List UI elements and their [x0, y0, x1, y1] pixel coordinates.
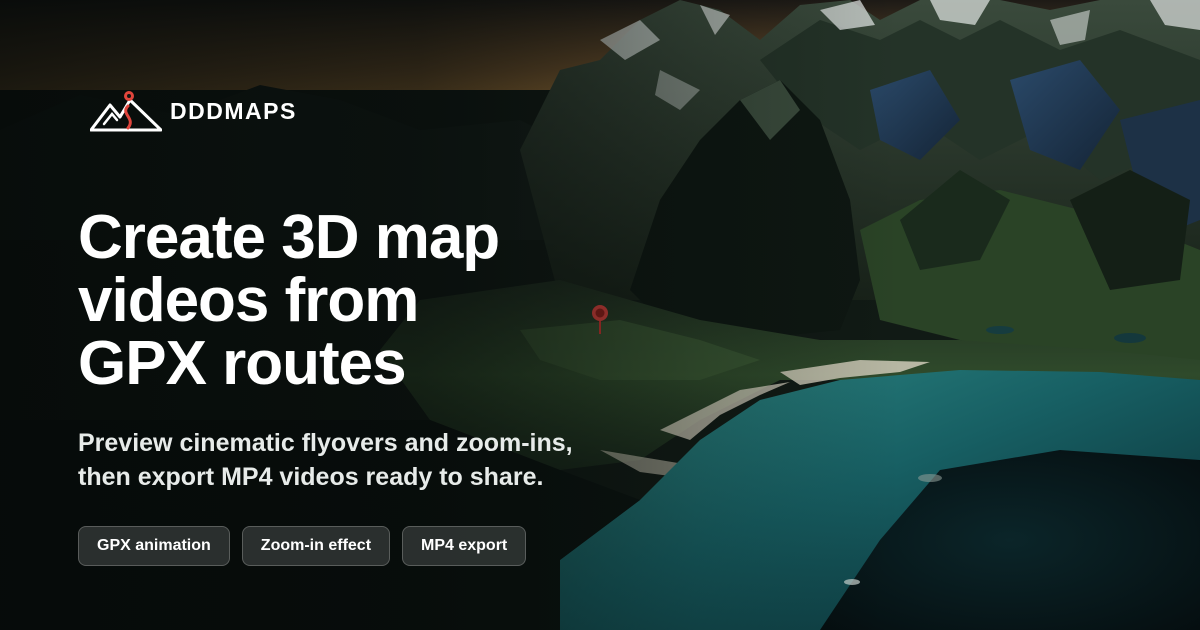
page-headline: Create 3D map videos from GPX routes	[78, 206, 638, 395]
page-subtitle: Preview cinematic flyovers and zoom-ins,…	[78, 426, 718, 494]
feature-chip-mp4-export[interactable]: MP4 export	[402, 526, 527, 566]
hero-banner: DDDMAPS Create 3D map videos from GPX ro…	[0, 0, 1200, 630]
feature-chip-zoom-in-effect[interactable]: Zoom-in effect	[241, 526, 391, 566]
feature-chips: GPX animation Zoom-in effect MP4 export	[78, 526, 527, 566]
mountain-route-pin-icon	[90, 91, 162, 132]
headline-line: GPX routes	[78, 329, 407, 398]
brand-logo[interactable]: DDDMAPS	[90, 90, 297, 132]
subtitle-line: Preview cinematic flyovers and zoom-ins,	[78, 429, 573, 457]
brand-name: DDDMAPS	[170, 97, 297, 124]
subtitle-line: then export MP4 videos ready to share.	[78, 463, 544, 491]
feature-chip-gpx-animation[interactable]: GPX animation	[78, 526, 230, 566]
headline-line: Create 3D map	[78, 203, 500, 272]
headline-line: videos from	[78, 266, 419, 335]
